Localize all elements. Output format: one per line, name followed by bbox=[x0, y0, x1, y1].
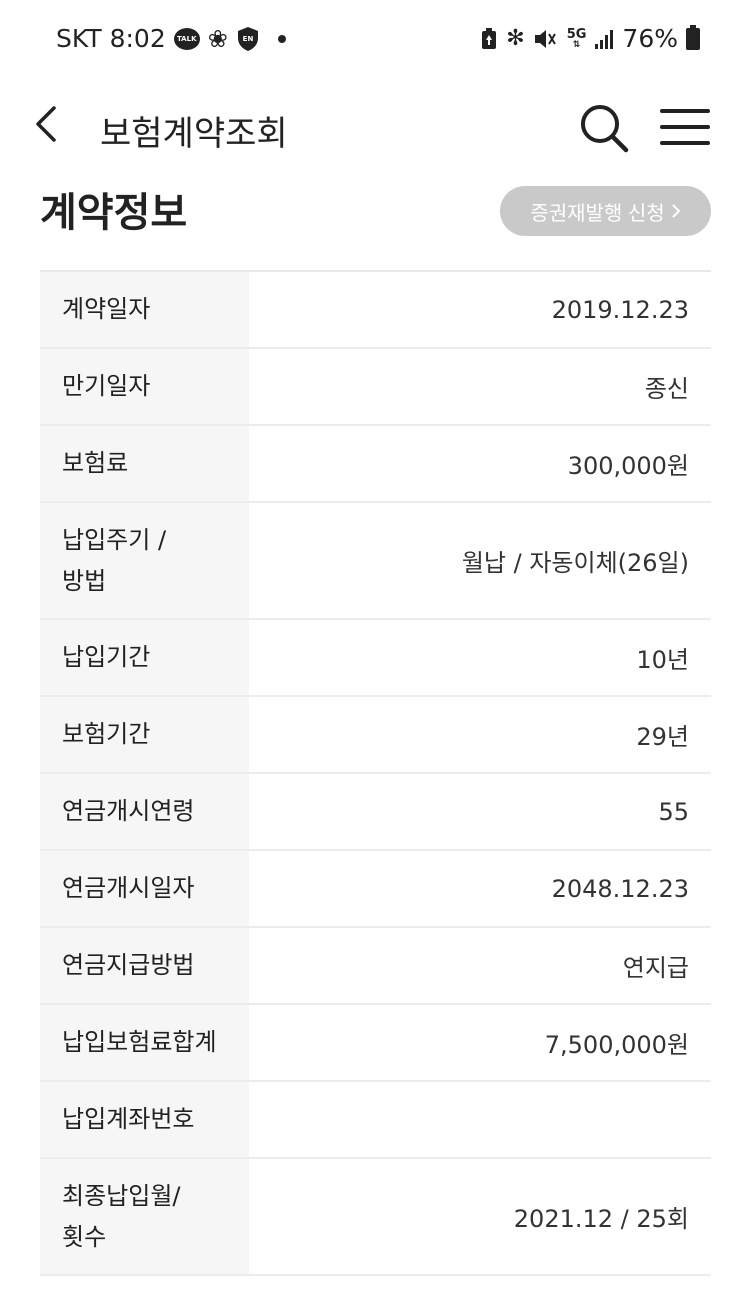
status-right: ✻ 5G ⇅ 76% bbox=[480, 24, 700, 53]
page-title: 보험계약조회 bbox=[100, 114, 288, 154]
row-value: 10년 bbox=[636, 646, 689, 674]
hamburger-menu-icon bbox=[660, 109, 710, 145]
row-label: 연금개시일자 bbox=[40, 851, 249, 926]
table-row: 최종납입월/ 횟수 2021.12 / 25회 bbox=[40, 1159, 711, 1276]
row-label: 만기일자 bbox=[40, 349, 249, 424]
row-label: 연금지급방법 bbox=[40, 928, 249, 1003]
status-bar: SKT 8:02 TALK ❀ EN ✻ 5G ⇅ 76% bbox=[0, 0, 750, 84]
table-row: 만기일자 종신 bbox=[40, 349, 711, 426]
row-label: 납입보험료합계 bbox=[40, 1005, 249, 1080]
kakaotalk-icon: TALK bbox=[173, 27, 200, 50]
table-row: 연금개시연령 55 bbox=[40, 774, 711, 851]
row-label: 연금개시연령 bbox=[40, 774, 249, 849]
row-value: 29년 bbox=[636, 723, 689, 751]
chevron-right-icon bbox=[671, 204, 681, 218]
contract-info-table: 계약일자 2019.12.23 만기일자 종신 보험료 300,000원 납입주… bbox=[40, 270, 711, 1276]
row-label: 납입주기 / 방법 bbox=[40, 503, 249, 618]
row-label: 최종납입월/ 횟수 bbox=[40, 1159, 249, 1274]
reissue-certificate-button[interactable]: 증권재발행 신청 bbox=[500, 186, 711, 236]
row-value: 2048.12.23 bbox=[551, 874, 689, 903]
row-value: 300,000원 bbox=[567, 452, 689, 480]
row-label: 납입계좌번호 bbox=[40, 1082, 249, 1157]
battery-saver-icon bbox=[480, 27, 498, 50]
notification-dot-icon bbox=[277, 34, 286, 43]
table-row: 납입기간 10년 bbox=[40, 620, 711, 697]
row-label: 보험료 bbox=[40, 426, 249, 501]
network-5g-icon: 5G ⇅ bbox=[566, 26, 587, 50]
section-title: 계약정보 bbox=[40, 190, 188, 236]
table-row: 납입계좌번호 bbox=[40, 1082, 711, 1159]
table-row: 보험료 300,000원 bbox=[40, 426, 711, 503]
table-row: 연금지급방법 연지급 bbox=[40, 928, 711, 1005]
table-row: 보험기간 29년 bbox=[40, 697, 711, 774]
reissue-button-label: 증권재발행 신청 bbox=[530, 202, 665, 225]
row-value: 종신 bbox=[644, 375, 689, 403]
battery-icon bbox=[686, 24, 700, 50]
search-icon bbox=[581, 105, 629, 153]
menu-button[interactable] bbox=[660, 106, 710, 148]
table-row: 납입주기 / 방법 월납 / 자동이체(26일) bbox=[40, 503, 711, 620]
row-value: 2021.12 / 25회 bbox=[513, 1205, 689, 1233]
search-button[interactable] bbox=[578, 102, 630, 154]
table-row: 납입보험료합계 7,500,000원 bbox=[40, 1005, 711, 1082]
chevron-left-icon bbox=[36, 106, 56, 142]
row-value: 연지급 bbox=[622, 954, 689, 982]
vpn-shield-icon: EN bbox=[236, 26, 260, 52]
mute-icon bbox=[533, 28, 559, 50]
row-label: 보험기간 bbox=[40, 697, 249, 772]
row-label: 계약일자 bbox=[40, 272, 249, 347]
row-value: 월납 / 자동이체(26일) bbox=[461, 549, 689, 577]
status-left: SKT 8:02 TALK ❀ EN bbox=[56, 24, 286, 53]
row-label: 납입기간 bbox=[40, 620, 249, 695]
signal-icon bbox=[594, 28, 614, 50]
row-value bbox=[249, 1082, 711, 1157]
carrier-label: SKT bbox=[56, 24, 102, 53]
row-value: 55 bbox=[658, 797, 689, 826]
pinwheel-icon: ❀ bbox=[207, 24, 228, 53]
bluetooth-icon: ✻ bbox=[506, 26, 525, 51]
back-button[interactable] bbox=[28, 102, 68, 146]
clock: 8:02 bbox=[109, 24, 166, 53]
app-header: 보험계약조회 bbox=[0, 84, 750, 174]
table-row: 계약일자 2019.12.23 bbox=[40, 272, 711, 349]
en-badge-text: EN bbox=[243, 35, 254, 43]
battery-percent: 76% bbox=[622, 24, 678, 53]
row-value: 2019.12.23 bbox=[551, 295, 689, 324]
table-row: 연금개시일자 2048.12.23 bbox=[40, 851, 711, 928]
row-value: 7,500,000원 bbox=[544, 1031, 689, 1059]
